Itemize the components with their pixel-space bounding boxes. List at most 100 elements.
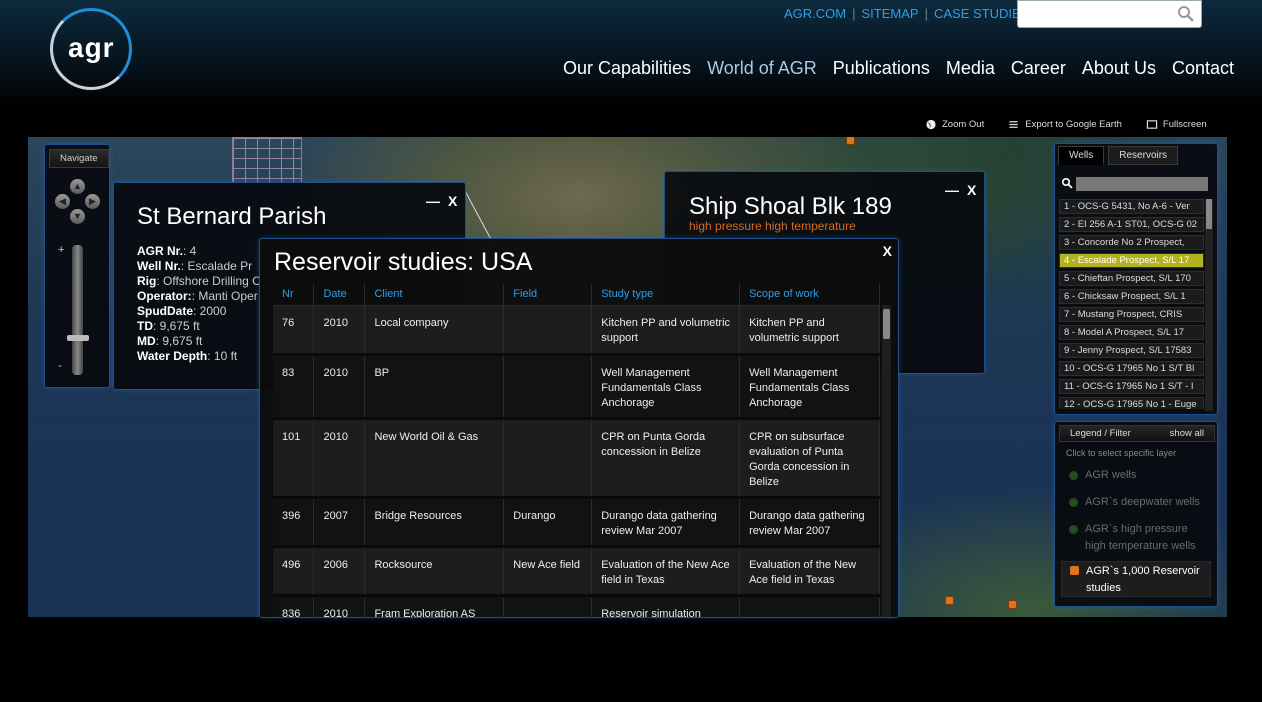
globe-icon (926, 119, 936, 130)
detail-row: Operator:: Manti Oper (137, 289, 258, 303)
detail-row: Water Depth: 10 ft (137, 349, 238, 363)
list-item[interactable]: 12 - OCS-G 17965 No 1 - Euge (1059, 397, 1204, 409)
site-search (1017, 0, 1202, 28)
legend-header: Legend / Filter show all (1059, 425, 1215, 442)
well-details: AGR Nr.: 4 Well Nr.: Escalade Pr Rig: Of… (137, 244, 261, 364)
zoom-out-button[interactable]: Zoom Out (925, 119, 984, 130)
table-row[interactable]: 836 2010 Fram Exploration AS Reservoir simu… (273, 595, 880, 617)
list-item[interactable]: 10 - OCS-G 17965 No 1 S/T Bl (1059, 361, 1204, 376)
tab-reservoirs[interactable]: Reservoirs (1108, 146, 1179, 165)
info-controls: — X (945, 182, 976, 198)
list-item[interactable]: 7 - Mustang Prospect, CRIS (1059, 307, 1204, 322)
zoom-in-label[interactable]: + (58, 244, 64, 256)
table-row[interactable]: 101 2010 New World Oil & Gas CPR on Punta G… (273, 418, 880, 499)
map-block-grid (232, 137, 302, 183)
column-nr[interactable]: Nr (273, 284, 315, 306)
detail-row: SpudDate: 2000 (137, 304, 227, 318)
info-title: Ship Shoal Blk 189 (689, 193, 892, 220)
well-list-scrollbar[interactable] (1205, 199, 1213, 411)
list-item[interactable]: 1 - OCS-G 5431, No A-6 - Ver (1059, 199, 1204, 214)
well-search (1061, 177, 1211, 191)
list-item[interactable]: 2 - EI 256 A-1 ST01, OCS-G 02 (1059, 217, 1204, 232)
list-item[interactable]: 11 - OCS-G 17965 No 1 S/T - I (1059, 379, 1204, 394)
list-item[interactable]: 9 - Jenny Prospect, S/L 17583 (1059, 343, 1204, 358)
legend-item-agr-wells[interactable]: AGR wells (1061, 467, 1211, 484)
zoom-out-label[interactable]: - (58, 360, 62, 372)
scrollbar-thumb[interactable] (883, 309, 890, 339)
detail-row: MD: 9,675 ft (137, 334, 203, 348)
info-controls: — X (426, 193, 457, 209)
pan-right-button[interactable]: ▶ (85, 194, 100, 209)
table-row[interactable]: 496 2006 Rocksource New Ace field Evaluation… (273, 546, 880, 597)
logo-text: agr (68, 32, 115, 63)
column-date[interactable]: Date (313, 284, 366, 306)
nav-our-capabilities[interactable]: Our Capabilities (563, 58, 691, 79)
close-button[interactable]: X (967, 182, 976, 198)
navigate-panel: Navigate ▲ ◀ ▶ ▼ + - (44, 144, 110, 388)
legend-item-reservoir-studies[interactable]: AGR`s 1,000 Reservoir studies (1061, 561, 1211, 597)
column-study-type[interactable]: Study type (591, 284, 741, 306)
list-item[interactable]: 8 - Model A Prospect, S/L 17 (1059, 325, 1204, 340)
search-icon[interactable] (1177, 5, 1195, 23)
top-link-case-studies[interactable]: CASE STUDIES (934, 6, 1029, 21)
top-link-sitemap[interactable]: SITEMAP (862, 6, 919, 21)
table-scrollbar[interactable] (882, 305, 891, 617)
tab-wells[interactable]: Wells (1058, 146, 1105, 165)
info-subtitle: high pressure high temperature (689, 219, 856, 233)
nav-world-of-agr[interactable]: World of AGR (707, 58, 817, 79)
export-google-earth-button[interactable]: Export to Google Earth (1008, 119, 1122, 130)
detail-row: AGR Nr.: 4 (137, 244, 197, 258)
reservoir-marker[interactable] (945, 596, 954, 605)
nav-contact[interactable]: Contact (1172, 58, 1234, 79)
nav-about-us[interactable]: About Us (1082, 58, 1156, 79)
map-toolbar: Zoom Out Export to Google Earth Fullscre… (925, 119, 1207, 130)
info-title: St Bernard Parish (137, 203, 327, 230)
show-all-button[interactable]: show all (1170, 428, 1204, 439)
agr-logo[interactable]: agr (50, 8, 134, 92)
green-dot-icon (1069, 498, 1078, 507)
close-button[interactable]: X (883, 243, 892, 259)
green-dot-icon (1069, 525, 1078, 534)
nav-publications[interactable]: Publications (833, 58, 930, 79)
reservoir-marker[interactable] (846, 137, 855, 145)
main-nav: Our Capabilities World of AGR Publicatio… (563, 58, 1234, 79)
top-links: AGR.COM | SITEMAP | CASE STUDIES (784, 6, 1030, 21)
fullscreen-button[interactable]: Fullscreen (1146, 119, 1207, 130)
nav-career[interactable]: Career (1011, 58, 1066, 79)
fullscreen-label: Fullscreen (1162, 119, 1207, 130)
wells-panel: Wells Reservoirs 1 - OCS-G 5431, No A-6 … (1054, 143, 1218, 415)
minimize-button[interactable]: — (426, 193, 440, 209)
search-input[interactable] (1024, 3, 1174, 27)
scrollbar-thumb[interactable] (1206, 199, 1212, 229)
pan-down-button[interactable]: ▼ (70, 209, 85, 224)
legend-title: Legend / Filter (1070, 428, 1131, 439)
column-field[interactable]: Field (503, 284, 593, 306)
column-client[interactable]: Client (364, 284, 505, 306)
list-item[interactable]: 3 - Concorde No 2 Prospect, (1059, 235, 1204, 250)
list-item[interactable]: 6 - Chicksaw Prospect, S/L 1 (1059, 289, 1204, 304)
close-button[interactable]: X (448, 193, 457, 209)
pan-control: ▲ ◀ ▶ ▼ (55, 179, 101, 225)
pan-left-button[interactable]: ◀ (55, 194, 70, 209)
export-icon (1009, 121, 1018, 128)
table-row[interactable]: 76 2010 Local company Kitchen PP and volume… (273, 305, 880, 356)
column-scope[interactable]: Scope of work (739, 284, 880, 306)
well-list: 1 - OCS-G 5431, No A-6 - Ver 2 - EI 256 … (1059, 199, 1204, 409)
legend-item-deepwater[interactable]: AGR`s deepwater wells (1061, 494, 1211, 511)
legend-panel: Legend / Filter show all Click to select… (1054, 421, 1218, 607)
nav-media[interactable]: Media (946, 58, 995, 79)
pan-up-button[interactable]: ▲ (70, 179, 85, 194)
navigate-tab: Navigate (49, 149, 109, 168)
export-label: Export to Google Earth (1025, 119, 1122, 130)
top-link-agr-com[interactable]: AGR.COM (784, 6, 846, 21)
legend-item-hpht[interactable]: AGR`s high pressure high temperature wel… (1061, 521, 1211, 555)
well-search-input[interactable] (1076, 177, 1208, 191)
zoom-slider[interactable] (72, 245, 83, 375)
reservoir-marker[interactable] (1008, 600, 1017, 609)
zoom-slider-handle[interactable] (67, 335, 89, 341)
list-item[interactable]: 5 - Chieftan Prospect, S/L 170 (1059, 271, 1204, 286)
minimize-button[interactable]: — (945, 182, 959, 198)
table-row[interactable]: 396 2007 Bridge Resources Durango Durango da… (273, 497, 880, 548)
table-row[interactable]: 83 2010 BP Well Management Fundamentals Cla… (273, 354, 880, 420)
list-item-selected[interactable]: 4 - Escalade Prospect, S/L 17 (1059, 253, 1204, 268)
